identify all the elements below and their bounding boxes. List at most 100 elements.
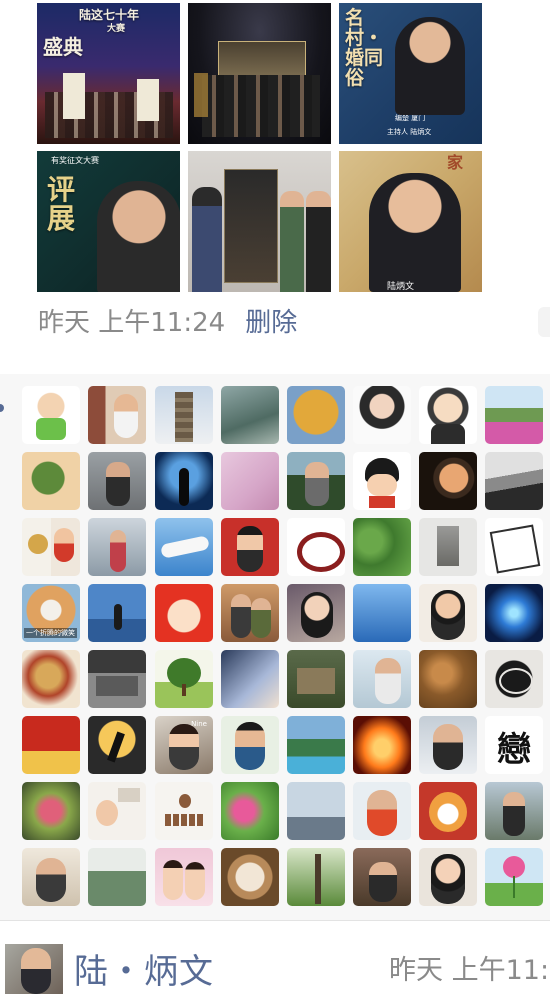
avatar-caption: 一个折腾的微笑 <box>24 628 77 638</box>
author-avatar[interactable] <box>5 944 63 994</box>
photo-6-person <box>369 173 461 292</box>
liker-avatar[interactable] <box>287 518 345 576</box>
photo-4-person <box>97 181 180 292</box>
liker-avatar[interactable] <box>419 584 477 642</box>
delete-button[interactable]: 删除 <box>245 302 297 339</box>
liker-avatar[interactable] <box>88 716 146 774</box>
liker-avatar[interactable] <box>88 452 146 510</box>
liker-avatar[interactable] <box>155 452 213 510</box>
liker-avatar[interactable] <box>88 584 146 642</box>
liker-avatar[interactable] <box>353 716 411 774</box>
liker-avatar[interactable] <box>88 782 146 840</box>
liker-avatar[interactable] <box>221 782 279 840</box>
liker-avatar[interactable] <box>353 848 411 906</box>
liker-avatar[interactable] <box>221 452 279 510</box>
liker-avatar[interactable] <box>485 650 543 708</box>
post-photo-4[interactable]: 有奖征文大赛 评展 <box>37 151 180 292</box>
comment-menu-button[interactable] <box>538 307 550 337</box>
liker-avatar[interactable] <box>221 386 279 444</box>
liker-avatar[interactable] <box>485 452 543 510</box>
liker-avatar[interactable] <box>287 650 345 708</box>
likes-panel: 一个折腾的微笑 Nine 戀 <box>0 374 550 920</box>
liker-avatar[interactable] <box>353 518 411 576</box>
photo-5-person-left <box>192 187 222 292</box>
divider <box>0 920 550 921</box>
liker-avatar[interactable] <box>155 650 213 708</box>
photo-3-title: 名村・婚同俗 <box>345 7 384 89</box>
post-photo-1[interactable]: 陆这七十年 大赛 盛典 <box>37 3 180 144</box>
liker-avatar[interactable] <box>485 848 543 906</box>
liker-avatar[interactable] <box>22 848 80 906</box>
post-photo-3[interactable]: 名村・婚同俗 编楚 厦门 主持人 陆炳文 <box>339 3 482 144</box>
liker-avatar[interactable] <box>419 452 477 510</box>
photo-4-calligraphy: 评展 <box>47 173 76 236</box>
photo-6-corner-text: 家 <box>447 153 464 172</box>
liker-avatar[interactable] <box>485 518 543 576</box>
liker-avatar[interactable] <box>419 848 477 906</box>
liker-avatar[interactable] <box>287 782 345 840</box>
liker-avatar[interactable] <box>88 650 146 708</box>
liker-avatar[interactable] <box>22 716 80 774</box>
liker-avatar[interactable] <box>88 386 146 444</box>
photo-grid: 陆这七十年 大赛 盛典 名村・婚同俗 编楚 厦门 主持人 陆炳文 有奖征文大赛 … <box>37 3 483 295</box>
liker-avatar[interactable] <box>221 584 279 642</box>
post-time: 昨天 上午11:24 <box>38 307 226 338</box>
post-photo-2[interactable] <box>188 3 331 144</box>
liker-avatar[interactable] <box>353 782 411 840</box>
liker-avatar[interactable] <box>353 650 411 708</box>
liker-avatar[interactable] <box>419 518 477 576</box>
photo-3-host: 主持人 陆炳文 <box>387 128 432 136</box>
liker-avatar[interactable] <box>155 518 213 576</box>
liker-avatar[interactable]: 一个折腾的微笑 <box>22 584 80 642</box>
photo-1-scroll-left <box>63 73 85 119</box>
liker-avatar[interactable] <box>353 452 411 510</box>
photo-2-people <box>202 75 320 137</box>
liker-avatar[interactable] <box>287 452 345 510</box>
author-name[interactable]: 陆・炳文 <box>74 944 214 993</box>
liker-avatar[interactable] <box>155 848 213 906</box>
liker-avatar[interactable] <box>353 584 411 642</box>
photo-1-title: 陆这七十年 <box>79 8 140 22</box>
liker-avatar[interactable] <box>22 650 80 708</box>
liker-avatar[interactable] <box>485 386 543 444</box>
liker-avatar[interactable] <box>287 848 345 906</box>
liker-avatar[interactable] <box>155 584 213 642</box>
liker-avatar[interactable] <box>353 386 411 444</box>
liker-avatar[interactable] <box>419 386 477 444</box>
liker-avatar[interactable] <box>287 716 345 774</box>
liker-avatar[interactable]: 戀 <box>485 716 543 774</box>
liker-avatar[interactable] <box>221 650 279 708</box>
liker-avatar[interactable] <box>221 518 279 576</box>
liker-avatar[interactable] <box>155 782 213 840</box>
photo-5-banner <box>224 169 278 283</box>
photo-5-person-right <box>306 191 331 292</box>
post-photo-5[interactable] <box>188 151 331 292</box>
liker-avatar[interactable] <box>287 584 345 642</box>
photo-1-subtitle: 大赛 <box>107 24 126 34</box>
next-post-time: 昨天 上午11:2 <box>389 955 550 986</box>
liker-avatar[interactable]: Nine <box>155 716 213 774</box>
liker-avatar[interactable] <box>155 386 213 444</box>
photo-2-side-text <box>194 73 208 117</box>
liker-avatar[interactable] <box>22 782 80 840</box>
liker-avatar[interactable] <box>485 584 543 642</box>
liker-avatar[interactable] <box>22 518 80 576</box>
post-photo-6[interactable]: 家 陆炳文 <box>339 151 482 292</box>
liker-avatar[interactable] <box>22 452 80 510</box>
like-icon <box>0 404 4 412</box>
liker-avatar[interactable] <box>22 386 80 444</box>
liker-avatar[interactable] <box>88 518 146 576</box>
liker-avatar[interactable] <box>221 716 279 774</box>
liker-avatar[interactable] <box>419 650 477 708</box>
liker-avatar[interactable] <box>221 848 279 906</box>
post-meta: 昨天 上午11:24 删除 <box>38 302 297 338</box>
liker-avatar[interactable] <box>419 782 477 840</box>
photo-4-caption: 有奖征文大赛 <box>51 156 99 165</box>
avatar-caption: 戀 <box>497 730 531 770</box>
liker-avatar[interactable] <box>287 386 345 444</box>
photo-3-person <box>395 17 465 115</box>
liker-avatar[interactable] <box>419 716 477 774</box>
liker-avatar[interactable] <box>88 848 146 906</box>
liker-avatar[interactable] <box>485 782 543 840</box>
photo-1-banner: 盛典 <box>43 35 83 59</box>
